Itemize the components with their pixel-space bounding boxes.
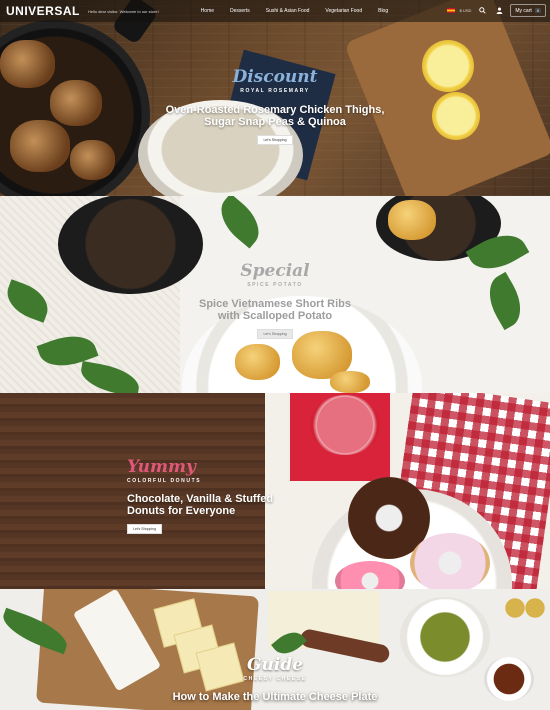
special-script-title: Special	[240, 261, 310, 281]
cart-label: My cart	[515, 7, 532, 14]
language-flag-icon[interactable]	[446, 8, 455, 13]
yummy-kicker: COLORFUL DONUTS	[127, 478, 202, 484]
lemon-half	[422, 40, 474, 92]
special-kicker: SPICE POTATO	[247, 282, 303, 288]
nav-item-vegetarian-food[interactable]: Vegetarian Food	[317, 8, 370, 14]
grapes-image	[500, 593, 550, 623]
chicken-thigh	[0, 40, 55, 88]
chicken-thigh	[10, 120, 70, 172]
special-caption: Special SPICE POTATO Spice Vietnamese Sh…	[150, 262, 400, 340]
guide-kicker: CHEESY CHEESE	[243, 676, 307, 682]
pickle-bowl-image	[400, 597, 490, 677]
yummy-shop-button[interactable]: Let's Shopping	[127, 524, 163, 534]
main-nav: Home Desserts Sushi & Asian Food Vegetar…	[193, 8, 396, 14]
user-icon[interactable]	[493, 5, 505, 17]
guide-headline[interactable]: How to Make the Ultimate Cheese Plate	[150, 691, 400, 703]
sauce-cup-image	[484, 657, 534, 701]
guide-script-title: Guide	[246, 655, 304, 675]
headline-line: Donuts for Everyone	[127, 505, 236, 517]
headline-line: Spice Vietnamese Short Ribs	[198, 298, 352, 310]
vanilla-donut	[410, 533, 490, 589]
potato-slice	[388, 200, 436, 240]
headline-line: How to Make the Ultimate Cheese Plate	[172, 691, 378, 703]
special-shop-button[interactable]: Let's Shopping	[257, 329, 293, 339]
potato-slice	[330, 371, 370, 393]
discount-caption: Discount ROYAL ROSEMARY Oven-Roasted Ros…	[150, 68, 400, 146]
chicken-thigh	[50, 80, 102, 126]
discount-headline[interactable]: Oven-Roasted Rosemary Chicken Thighs, Su…	[150, 104, 400, 128]
cart-count-badge: 0	[534, 8, 541, 13]
basil-leaf	[211, 196, 269, 249]
top-header: UNIVERSAL Hello dear visitor. Welcome to…	[0, 0, 550, 22]
headline-line: Sugar Snap Peas & Quinoa	[204, 116, 346, 128]
cart-button[interactable]: My cart 0	[510, 4, 546, 17]
nav-item-desserts[interactable]: Desserts	[222, 8, 258, 14]
headline-line: Chocolate, Vanilla & Stuffed	[127, 493, 274, 505]
glass-image	[310, 395, 380, 455]
search-icon[interactable]	[476, 5, 488, 17]
basil-leaf	[479, 271, 531, 331]
header-tools: $ USD My cart 0	[446, 4, 546, 17]
discount-shop-button[interactable]: Let's Shopping	[257, 135, 293, 145]
nav-item-sushi-asian-food[interactable]: Sushi & Asian Food	[258, 8, 318, 14]
yummy-script-title: Yummy	[127, 457, 196, 477]
yummy-caption: Yummy COLORFUL DONUTS Chocolate, Vanilla…	[127, 458, 297, 535]
yummy-headline[interactable]: Chocolate, Vanilla & Stuffed Donuts for …	[127, 493, 297, 517]
lemon-half	[432, 92, 480, 140]
guide-caption: Guide CHEESY CHEESE How to Make the Ulti…	[150, 656, 400, 703]
headline-line: Oven-Roasted Rosemary Chicken Thighs,	[165, 104, 385, 116]
nav-item-blog[interactable]: Blog	[370, 8, 396, 14]
discount-script-title: Discount	[232, 67, 318, 87]
potato-slice	[235, 344, 280, 380]
special-headline[interactable]: Spice Vietnamese Short Ribs with Scallop…	[150, 298, 400, 322]
chicken-thigh	[70, 140, 115, 180]
welcome-tagline: Hello dear visitor. Welcome to our store…	[87, 8, 159, 14]
currency-selector[interactable]: $ USD	[460, 8, 472, 13]
discount-kicker: ROYAL ROSEMARY	[240, 88, 310, 94]
headline-line: with Scalloped Potato	[217, 310, 333, 322]
site-logo[interactable]: UNIVERSAL	[6, 4, 80, 18]
nav-item-home[interactable]: Home	[193, 8, 222, 14]
